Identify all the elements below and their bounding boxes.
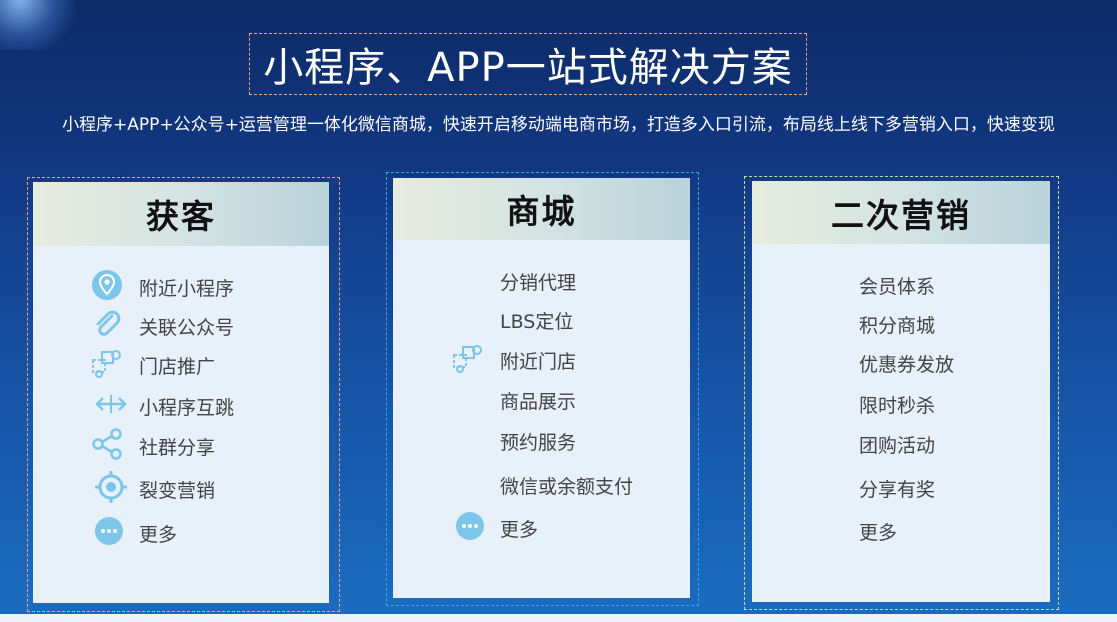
card-remarketing-item-3: 限时秒杀 [859, 395, 936, 417]
corner-glow-decoration [0, 0, 80, 50]
card-remarketing-item-5: 分享有奖 [859, 479, 936, 501]
card-acquire-item-5: 裂变营销 [139, 480, 216, 502]
card-remarketing-item-1: 积分商城 [859, 315, 936, 337]
store-settings-icon [92, 350, 121, 378]
card-remarketing-item-4: 团购活动 [859, 435, 936, 457]
card-mall-item-1: LBS定位 [500, 311, 574, 333]
card-acquire-item-1: 关联公众号 [139, 317, 235, 339]
more-dots-icon [95, 517, 123, 545]
card-mall: 商城 分销代理 LBS定位 附近门店 商品展示 预约服务 微信或余额支付 更多 [393, 178, 690, 598]
card-mall-item-6: 更多 [500, 519, 539, 541]
card-mall-item-0: 分销代理 [500, 272, 577, 294]
card-acquire-item-0: 附近小程序 [139, 278, 235, 300]
card-title-acquire: 获客 [33, 182, 329, 246]
page-subtitle: 小程序+APP+公众号+运营管理一体化微信商城，快速开启移动端电商市场，打造多入… [62, 115, 1055, 135]
card-remarketing-item-0: 会员体系 [859, 276, 936, 298]
card-mall-item-2: 附近门店 [500, 351, 577, 373]
card-acquire-item-3: 小程序互跳 [139, 397, 235, 419]
card-acquire: 获客 附近小程序 关联公众号 门店推广 小程序互跳 社群分享 裂变营销 更多 [33, 182, 329, 603]
card-mall-item-3: 商品展示 [500, 391, 577, 413]
card-mall-item-4: 预约服务 [500, 432, 577, 454]
card-title-remarketing: 二次营销 [752, 181, 1050, 244]
card-acquire-item-2: 门店推广 [139, 356, 216, 378]
horizontal-arrows-icon [95, 395, 127, 413]
store-settings-icon [453, 345, 482, 373]
card-remarketing: 二次营销 会员体系 积分商城 优惠券发放 限时秒杀 团购活动 分享有奖 更多 [752, 181, 1050, 602]
page-title-box: 小程序、APP一站式解决方案 [249, 33, 807, 95]
bottom-strip [0, 614, 1117, 622]
card-acquire-item-4: 社群分享 [139, 437, 216, 459]
share-icon [92, 428, 122, 460]
more-dots-icon [456, 512, 484, 540]
location-pin-icon [92, 270, 122, 300]
card-acquire-item-6: 更多 [139, 524, 178, 546]
page-title: 小程序、APP一站式解决方案 [263, 45, 793, 91]
card-title-mall: 商城 [393, 178, 690, 240]
card-remarketing-item-2: 优惠券发放 [859, 354, 955, 376]
target-icon [95, 471, 127, 503]
card-remarketing-item-6: 更多 [859, 522, 898, 544]
card-mall-item-5: 微信或余额支付 [500, 476, 634, 498]
paperclip-icon [96, 310, 121, 336]
